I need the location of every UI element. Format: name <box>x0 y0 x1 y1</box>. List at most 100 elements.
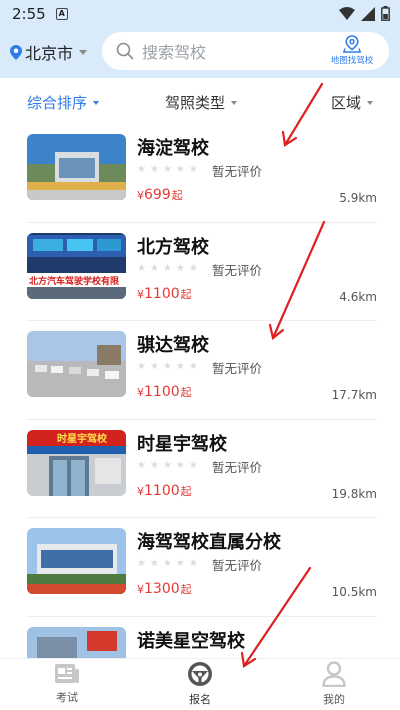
thumb-sign-text: 北方汽车驾驶学校有限 <box>29 275 120 287</box>
steering-wheel-icon <box>188 662 212 686</box>
caret-down-icon <box>231 100 238 105</box>
price: ¥1100起 <box>137 285 192 302</box>
school-item[interactable]: 时星宇驾校 时星宇驾校 ★ ★ ★ ★ ★ 暂无评价 ¥1100起 19.8km <box>27 420 377 518</box>
star-icon: ★ <box>188 164 198 175</box>
rating-text: 暂无评价 <box>212 262 263 278</box>
search-input[interactable]: 搜索驾校 地图找驾校 <box>102 32 389 70</box>
star-icon: ★ <box>137 262 146 274</box>
map-pin-icon <box>343 35 361 53</box>
price: ¥699起 <box>137 187 183 203</box>
rating-text: 暂无评价 <box>212 459 263 475</box>
filter-sort-label: 综合排序 <box>27 94 88 112</box>
filter-license-type-label: 驾照类型 <box>165 94 226 112</box>
star-icon: ★ <box>162 558 172 569</box>
school-name: 海淀驾校 <box>137 138 209 159</box>
price: ¥1100起 <box>137 482 192 499</box>
star-icon: ★ <box>188 558 198 569</box>
rating-text: 暂无评价 <box>212 361 263 376</box>
school-item[interactable]: 海驾驾校直属分校 ★ ★ ★ ★ ★ 暂无评价 ¥1300起 10.5km <box>27 518 377 617</box>
school-photo <box>27 626 126 658</box>
chevron-down-icon <box>79 49 88 55</box>
star-icon: ★ <box>149 164 159 175</box>
distance: 19.8km <box>331 486 377 501</box>
filter-license-type[interactable]: 驾照类型 <box>165 92 238 113</box>
rating-stars: ★ ★ ★ ★ ★ <box>137 361 198 373</box>
newspaper-icon <box>55 664 79 683</box>
star-icon: ★ <box>162 361 172 372</box>
map-find-label: 地图找驾校 <box>330 56 374 66</box>
rating-text: 暂无评价 <box>212 558 263 573</box>
star-icon: ★ <box>175 262 185 274</box>
star-icon: ★ <box>162 164 172 175</box>
school-item[interactable]: 海淀驾校 ★ ★ ★ ★ ★ 暂无评价 ¥699起 5.9km <box>27 124 377 223</box>
school-list-card: 综合排序 驾照类型 区域 海淀驾校 ★ ★ ★ ★ ★ 暂无评价 ¥699起 5… <box>9 78 391 658</box>
battery-icon <box>381 6 390 21</box>
school-photo <box>27 528 126 594</box>
thumb-sign-text: 时星宇驾校 <box>57 432 108 445</box>
star-icon: ★ <box>137 361 146 372</box>
price: ¥1100起 <box>137 384 192 400</box>
top-header: 北京市 搜索驾校 地图找驾校 <box>0 28 400 78</box>
star-icon: ★ <box>149 262 159 274</box>
caret-down-icon <box>367 100 374 105</box>
caret-down-icon <box>93 100 100 105</box>
star-icon: ★ <box>188 459 198 471</box>
filter-sort[interactable]: 综合排序 <box>27 92 100 113</box>
filter-area-label: 区域 <box>331 94 362 112</box>
star-icon: ★ <box>149 558 159 569</box>
school-name: 时星宇驾校 <box>137 433 227 455</box>
star-icon: ★ <box>175 558 185 569</box>
star-icon: ★ <box>162 262 172 274</box>
school-photo: 北方汽车驾驶学校有限 <box>27 232 126 299</box>
school-item[interactable]: 骐达驾校 ★ ★ ★ ★ ★ 暂无评价 ¥1100起 17.7km <box>27 321 377 420</box>
school-name: 海驾驾校直属分校 <box>137 532 281 553</box>
map-find-school-button[interactable]: 地图找驾校 <box>321 35 383 67</box>
school-name: 北方驾校 <box>137 236 209 258</box>
tab-exam-label: 考试 <box>56 691 78 704</box>
tab-signup[interactable]: 报名 <box>160 659 240 710</box>
wifi-icon <box>339 6 355 20</box>
school-photo: 时星宇驾校 <box>27 429 126 496</box>
tab-mine[interactable]: 我的 <box>294 659 374 710</box>
star-icon: ★ <box>188 361 198 372</box>
star-icon: ★ <box>162 459 172 471</box>
price: ¥1300起 <box>137 581 192 597</box>
star-icon: ★ <box>137 164 146 175</box>
star-icon: ★ <box>137 459 146 471</box>
city-selector[interactable]: 北京市 <box>10 40 88 64</box>
rating-text: 暂无评价 <box>212 164 263 179</box>
star-icon: ★ <box>149 361 159 372</box>
status-icons <box>339 6 390 21</box>
filter-area[interactable]: 区域 <box>331 92 374 113</box>
star-icon: ★ <box>137 558 146 569</box>
star-icon: ★ <box>175 459 185 471</box>
star-icon: ★ <box>175 361 185 372</box>
signal-icon <box>361 6 375 21</box>
search-icon <box>116 42 134 60</box>
city-label: 北京市 <box>25 44 74 63</box>
school-item[interactable]: 北方汽车驾驶学校有限 北方驾校 ★ ★ ★ ★ ★ 暂无评价 ¥1100起 4.6km <box>27 223 377 321</box>
person-icon <box>322 661 346 687</box>
star-icon: ★ <box>188 262 198 274</box>
star-icon: ★ <box>149 459 159 471</box>
distance: 4.6km <box>339 289 377 304</box>
status-bar: 2:55 A <box>0 0 400 28</box>
status-time: 2:55 <box>12 5 46 23</box>
bottom-tab-bar: 考试 报名 我的 <box>0 658 400 710</box>
school-name: 诺美星空驾校 <box>137 630 245 652</box>
school-item[interactable]: 诺美星空驾校 <box>27 617 377 658</box>
rating-stars: ★ ★ ★ ★ ★ <box>137 558 198 570</box>
rating-stars: ★ ★ ★ ★ ★ <box>137 263 198 275</box>
location-pin-icon <box>10 44 22 60</box>
tab-signup-label: 报名 <box>189 693 211 706</box>
tab-exam[interactable]: 考试 <box>27 659 107 710</box>
distance: 10.5km <box>331 585 377 599</box>
rating-stars: ★ ★ ★ ★ ★ <box>137 460 198 472</box>
filter-bar: 综合排序 驾照类型 区域 <box>9 78 391 124</box>
school-photo <box>27 134 126 200</box>
rating-stars: ★ ★ ★ ★ ★ <box>137 164 198 176</box>
tab-mine-label: 我的 <box>323 693 345 706</box>
school-photo <box>27 331 126 397</box>
school-name: 骐达驾校 <box>137 335 209 356</box>
distance: 5.9km <box>339 191 377 205</box>
